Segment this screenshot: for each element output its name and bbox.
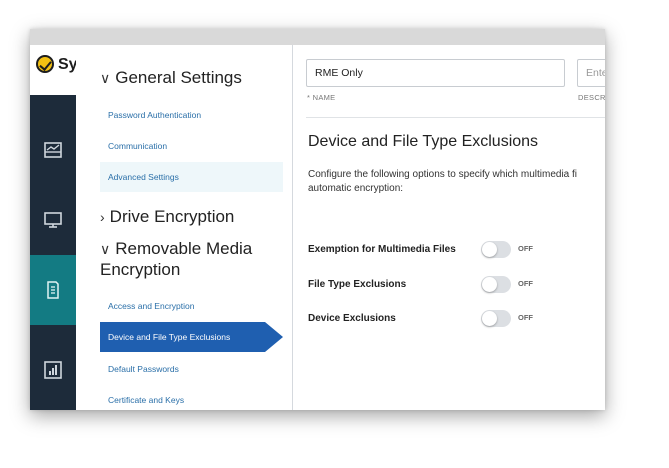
toggle-knob — [482, 242, 497, 257]
option-label-multimedia: Exemption for Multimedia Files — [308, 244, 456, 255]
logo: Sy — [30, 45, 78, 95]
logo-check-icon — [36, 55, 54, 73]
nav-group-removable-media-line2: Encryption — [100, 260, 181, 279]
nav-group-removable-media[interactable]: ∨ Removable Media — [100, 238, 252, 260]
rail-item-devices[interactable] — [30, 185, 76, 255]
section-title: Device and File Type Exclusions — [308, 133, 539, 150]
policies-icon — [47, 281, 59, 299]
reports-icon — [44, 361, 62, 379]
dashboard-icon — [44, 142, 62, 158]
nav-item-access-and-encryption[interactable]: Access and Encryption — [100, 291, 283, 321]
nav-item-advanced-settings[interactable]: Advanced Settings — [100, 162, 283, 192]
description-input[interactable]: Ente — [577, 59, 605, 87]
name-label: * NAME — [307, 93, 336, 102]
multimedia-toggle[interactable] — [481, 241, 511, 258]
chevron-down-icon: ∨ — [100, 241, 111, 257]
multimedia-toggle-state: OFF — [518, 244, 533, 253]
nav-item-password-authentication[interactable]: Password Authentication — [100, 100, 283, 130]
nav-item-certificate-and-keys[interactable]: Certificate and Keys — [100, 385, 283, 410]
file-type-toggle-state: OFF — [518, 279, 533, 288]
name-input[interactable]: RME Only — [306, 59, 565, 87]
app-window: Sy ∨ General Settings Password Authentic… — [30, 29, 605, 410]
option-label-device: Device Exclusions — [308, 313, 396, 324]
nav-item-communication[interactable]: Communication — [100, 131, 283, 161]
chevron-down-icon: ∨ — [100, 70, 111, 86]
chevron-right-icon: › — [100, 209, 105, 225]
nav-group-drive-encryption[interactable]: › Drive Encryption — [100, 206, 234, 228]
file-type-toggle[interactable] — [481, 276, 511, 293]
logo-text: Sy — [58, 56, 78, 73]
main-panel: RME Only Ente * NAME DESCR Device and Fi… — [294, 45, 605, 410]
device-toggle[interactable] — [481, 310, 511, 327]
devices-icon — [44, 212, 62, 228]
section-description: Configure the following options to speci… — [308, 169, 578, 194]
top-strip — [30, 29, 605, 45]
device-toggle-state: OFF — [518, 313, 533, 322]
nav-item-device-file-type-exclusions[interactable]: Device and File Type Exclusions — [100, 322, 283, 352]
rail-item-reports[interactable] — [30, 335, 76, 405]
rail-item-policies[interactable] — [30, 255, 76, 325]
description-label: DESCR — [578, 93, 605, 102]
rail-item-dashboard[interactable] — [30, 115, 76, 185]
settings-nav: ∨ General Settings Password Authenticatio… — [76, 45, 293, 410]
divider — [306, 117, 605, 118]
toggle-knob — [482, 311, 497, 326]
nav-group-general-settings[interactable]: ∨ General Settings — [100, 67, 242, 89]
nav-item-default-passwords[interactable]: Default Passwords — [100, 354, 283, 384]
left-rail: Sy — [30, 45, 78, 410]
option-label-file-type: File Type Exclusions — [308, 279, 407, 290]
toggle-knob — [482, 277, 497, 292]
